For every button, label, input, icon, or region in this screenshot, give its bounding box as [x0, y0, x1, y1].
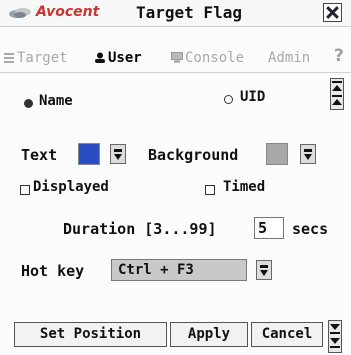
timed-checkbox-label: Timed	[223, 179, 266, 195]
tab-target[interactable]: Target	[3, 48, 68, 68]
displayed-checkbox[interactable]	[20, 185, 30, 195]
duration-input[interactable]: 5	[254, 217, 284, 239]
tab-console-label: Console	[185, 50, 245, 66]
close-button[interactable]	[323, 3, 342, 22]
hotkey-field[interactable]: Ctrl + F3	[111, 259, 247, 281]
tab-admin-label: Admin	[268, 50, 311, 66]
console-tab-icon	[171, 52, 183, 63]
tab-target-label: Target	[17, 50, 68, 66]
name-radio-label: Name	[39, 93, 73, 109]
apply-button[interactable]: Apply	[170, 322, 248, 347]
scroll-up-icon[interactable]	[330, 78, 344, 110]
title-bar: Avocent Target Flag	[0, 0, 351, 27]
tab-bar: Target User Console Admin ?	[0, 46, 351, 68]
tab-divider	[0, 72, 351, 73]
uid-radio[interactable]	[224, 95, 233, 104]
user-tab-icon	[95, 52, 105, 63]
target-tab-icon	[4, 53, 14, 63]
displayed-checkbox-label: Displayed	[33, 179, 109, 195]
name-radio[interactable]	[24, 99, 33, 108]
text-color-dropdown-button[interactable]	[110, 144, 126, 164]
window-title: Target Flag	[136, 3, 242, 22]
scroll-down-icon[interactable]	[328, 320, 342, 353]
help-button[interactable]: ?	[334, 46, 344, 66]
avocent-logo-icon	[9, 8, 31, 18]
hotkey-dropdown-button[interactable]	[256, 260, 272, 280]
hotkey-label: Hot key	[21, 262, 85, 280]
brand-name: Avocent	[36, 4, 100, 20]
duration-unit: secs	[292, 220, 329, 238]
timed-checkbox[interactable]	[205, 185, 215, 195]
text-color-swatch	[78, 143, 100, 165]
text-color-label: Text	[21, 146, 58, 164]
background-color-label: Background	[148, 146, 239, 164]
tab-admin[interactable]: Admin	[268, 48, 310, 68]
cancel-button[interactable]: Cancel	[251, 322, 323, 347]
tab-user[interactable]: User	[94, 48, 142, 68]
set-position-button[interactable]: Set Position	[14, 322, 167, 347]
duration-label: Duration [3...99]	[63, 220, 217, 238]
uid-radio-label: UID	[240, 89, 266, 105]
background-color-swatch	[266, 143, 288, 165]
tab-user-label: User	[108, 50, 142, 66]
tab-console[interactable]: Console	[171, 48, 244, 68]
background-color-dropdown-button[interactable]	[300, 144, 316, 164]
